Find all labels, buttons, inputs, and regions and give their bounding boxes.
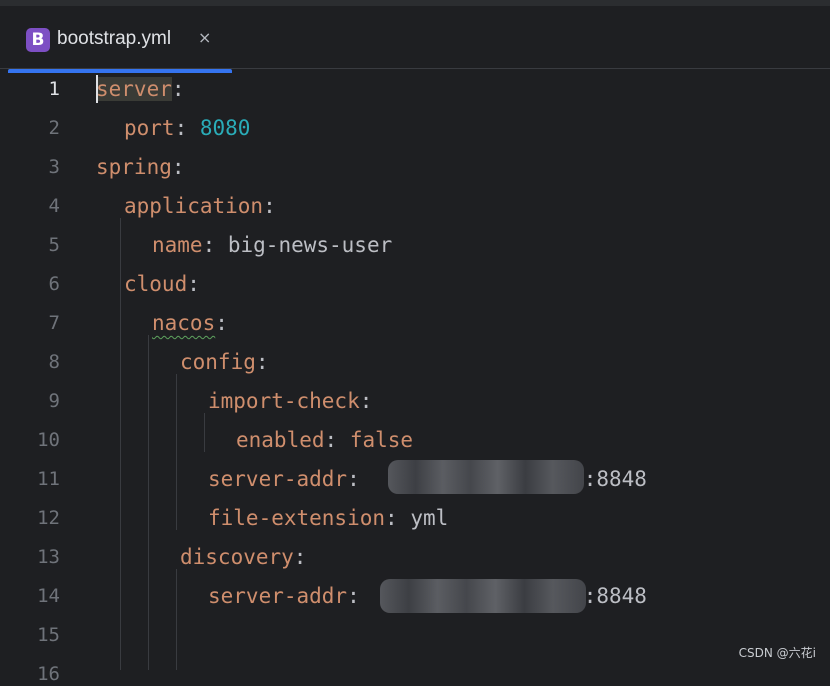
redacted-ip-blur: [388, 460, 584, 494]
close-icon[interactable]: ×: [198, 25, 211, 51]
watermark: CSDN @六花i: [738, 646, 816, 660]
code-line: application:: [124, 194, 276, 218]
line-number: 13: [37, 546, 60, 568]
line-number: 6: [48, 273, 60, 295]
yaml-punct: :: [324, 428, 350, 452]
yaml-key-spellcheck: nacos: [152, 311, 216, 335]
line-number: 10: [37, 429, 60, 451]
yaml-key: server: [96, 77, 172, 101]
yaml-key: application: [124, 194, 264, 218]
line-number: 2: [48, 117, 60, 139]
yaml-punct: :: [255, 350, 269, 374]
code-line: discovery:: [180, 545, 306, 569]
yaml-key: server-addr: [208, 584, 348, 608]
code-line: enabled: false: [236, 428, 413, 452]
yaml-punct: :: [293, 545, 307, 569]
yaml-number-value: 8080: [199, 116, 251, 140]
line-number-gutter: 1 2 3 4 5 6 7 8 9 10 11 12 13 14 15 16: [8, 69, 78, 685]
line-number: 14: [37, 585, 60, 607]
code-line: server:: [96, 77, 185, 101]
code-line: nacos:: [152, 311, 228, 335]
yaml-key: port: [124, 116, 175, 140]
code-editor[interactable]: 1 2 3 4 5 6 7 8 9 10 11 12 13 14 15 16 s…: [0, 69, 830, 685]
tab-bootstrap-yml[interactable]: B bootstrap.yml ×: [10, 6, 232, 68]
line-number: 8: [48, 351, 60, 373]
yaml-key: discovery: [180, 545, 294, 569]
line-number: 16: [37, 663, 60, 685]
code-line: config:: [180, 350, 269, 374]
line-number: 5: [48, 234, 60, 256]
code-line: file-extension: yml: [208, 506, 448, 530]
yaml-bool-value: false: [349, 428, 414, 452]
yaml-key: config: [180, 350, 256, 374]
editor-tab-bar: B bootstrap.yml ×: [0, 6, 830, 73]
line-number: 11: [37, 468, 60, 490]
yaml-key: enabled: [236, 428, 325, 452]
yaml-punct: :: [187, 272, 200, 296]
yaml-punct: :: [347, 467, 360, 491]
yaml-punct: :: [171, 77, 185, 101]
line-number: 3: [48, 156, 60, 178]
yaml-punct: :: [174, 116, 200, 140]
line-number: 1: [48, 78, 60, 100]
line-number: 4: [48, 195, 60, 217]
line-number: 7: [48, 312, 60, 334]
yaml-key: import-check: [208, 389, 360, 413]
yaml-port-value: :8848: [583, 467, 647, 491]
yaml-key: name: [152, 233, 203, 257]
yaml-key: cloud: [124, 272, 188, 296]
line-number: 9: [48, 390, 60, 412]
yaml-punct: :: [359, 389, 373, 413]
yaml-punct: :: [215, 311, 228, 335]
bootstrap-file-icon: B: [26, 28, 50, 52]
yaml-punct: :: [202, 233, 228, 257]
yaml-punct: :: [385, 506, 411, 530]
line-number: 12: [37, 507, 60, 529]
yaml-key: file-extension: [208, 506, 386, 530]
tab-title: bootstrap.yml: [57, 28, 172, 49]
active-tab-indicator: [8, 69, 232, 73]
code-line: port: 8080: [124, 116, 250, 140]
yaml-string-value: yml: [410, 506, 449, 530]
yaml-key: server-addr: [208, 467, 348, 491]
yaml-punct: :: [263, 194, 276, 218]
text-caret: [96, 75, 98, 103]
redacted-ip-blur: [380, 579, 586, 613]
code-line: import-check:: [208, 389, 372, 413]
yaml-key: spring: [96, 155, 172, 179]
yaml-punct: :: [347, 584, 360, 608]
code-line: name: big-news-user: [152, 233, 392, 257]
yaml-punct: :: [171, 155, 185, 179]
yaml-string-value: big-news-user: [227, 233, 393, 257]
code-line: spring:: [96, 155, 185, 179]
yaml-port-value: :8848: [583, 584, 647, 608]
line-number: 15: [37, 624, 60, 646]
code-line: cloud:: [124, 272, 200, 296]
